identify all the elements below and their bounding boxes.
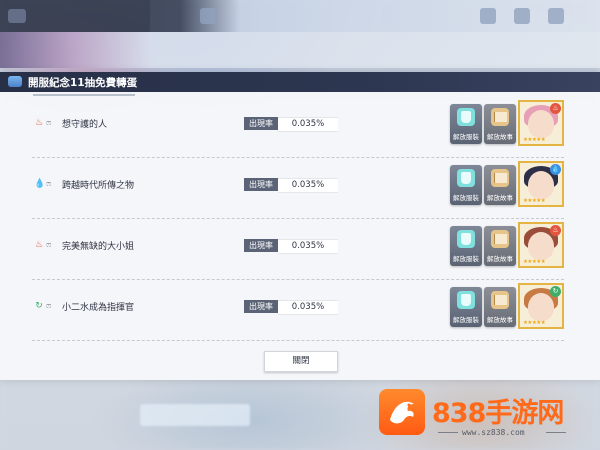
rate-label: 出現率: [244, 239, 278, 252]
rate-value: 0.035%: [278, 239, 338, 254]
unlock-story-button[interactable]: 解放故事: [484, 226, 516, 266]
list-item: ♨ ෆ 完美無缺的大小姐 出現率 0.035% 解放服裝 解放故事 ♨ ★★★★…: [32, 220, 564, 280]
unlock-outfit-button[interactable]: 解放服裝: [450, 104, 482, 144]
list-item: 💧 ෆ 跨越時代所傳之物 出現率 0.035% 解放服裝 解放故事 💧 ★★★★…: [32, 159, 564, 219]
item-name: 跨越時代所傳之物: [62, 181, 135, 191]
item-name: 小二水成為指揮官: [62, 303, 135, 313]
dialog-title: 開服紀念11抽免費轉蛋: [28, 77, 138, 89]
watermark-logo: [379, 389, 425, 435]
unlock-story-button[interactable]: 解放故事: [484, 287, 516, 327]
rate-value: 0.035%: [278, 300, 338, 315]
element-badge-icon: ↻: [550, 286, 561, 297]
mask-icon: ෆ: [46, 301, 52, 310]
mask-icon: ෆ: [46, 240, 52, 249]
fire-icon: ♨: [34, 118, 44, 128]
unlock-outfit-button[interactable]: 解放服裝: [450, 165, 482, 205]
book-icon: [491, 108, 509, 126]
outfit-icon: [457, 291, 475, 309]
unlock-outfit-label: 解放服裝: [453, 316, 479, 324]
row-divider: [32, 218, 564, 219]
water-icon: 💧: [34, 179, 46, 189]
element-badge-icon: 💧: [550, 164, 561, 175]
unlock-outfit-button[interactable]: 解放服裝: [450, 287, 482, 327]
element-badge-icon: ♨: [550, 103, 561, 114]
list-item: ↻ ෆ 小二水成為指揮官 出現率 0.035% 解放服裝 解放故事 ↻ ★★★★…: [32, 281, 564, 341]
calendar-icon[interactable]: [514, 8, 530, 24]
settings-icon[interactable]: [548, 8, 564, 24]
gacha-rate-dialog: 開服紀念11抽免費轉蛋 ♨ ෆ 想守護的人 出現率 0.035% 解放服裝 解放…: [0, 72, 600, 380]
unlock-outfit-label: 解放服裝: [453, 255, 479, 263]
rate-value: 0.035%: [278, 178, 338, 193]
element-badge-icon: ♨: [550, 225, 561, 236]
watermark-url: www.sz838.com: [462, 428, 525, 437]
dialog-header: 開服紀念11抽免費轉蛋: [0, 72, 600, 92]
unlock-story-button[interactable]: 解放故事: [484, 165, 516, 205]
top-status-bar: [0, 0, 600, 32]
row-divider: [32, 279, 564, 280]
row-divider: [32, 157, 564, 158]
rate-label: 出現率: [244, 300, 278, 313]
portrait-face: [528, 110, 554, 138]
unlock-story-button[interactable]: 解放故事: [484, 104, 516, 144]
watermark-dash-left: [438, 432, 458, 433]
mask-icon: ෆ: [46, 179, 52, 188]
header-accent-line: [33, 94, 135, 96]
outfit-icon: [457, 108, 475, 126]
background-panel: [140, 404, 250, 426]
book-icon: [491, 169, 509, 187]
book-icon: [491, 291, 509, 309]
rarity-stars: ★★★★★: [523, 320, 546, 326]
unlock-outfit-button[interactable]: 解放服裝: [450, 226, 482, 266]
unlock-outfit-label: 解放服裝: [453, 194, 479, 202]
unlock-outfit-label: 解放服裝: [453, 133, 479, 141]
list-item: ♨ ෆ 想守護的人 出現率 0.035% 解放服裝 解放故事 ♨ ★★★★★: [32, 98, 564, 158]
row-divider: [32, 340, 564, 341]
outfit-icon: [457, 169, 475, 187]
banner-strip: [0, 32, 600, 68]
fire-icon: ♨: [34, 240, 44, 250]
item-name: 完美無缺的大小姐: [62, 242, 135, 252]
character-portrait[interactable]: ♨ ★★★★★: [518, 100, 564, 146]
unlock-story-label: 解放故事: [487, 194, 513, 202]
rarity-stars: ★★★★★: [523, 137, 546, 143]
rarity-stars: ★★★★★: [523, 198, 546, 204]
unlock-story-label: 解放故事: [487, 316, 513, 324]
rate-label: 出現率: [244, 117, 278, 130]
portrait-face: [528, 232, 554, 260]
menu-icon[interactable]: [8, 9, 26, 23]
portrait-face: [528, 293, 554, 321]
mail-icon[interactable]: [480, 8, 496, 24]
item-name: 想守護的人: [62, 120, 108, 130]
event-icon[interactable]: [200, 8, 216, 24]
character-portrait[interactable]: ↻ ★★★★★: [518, 283, 564, 329]
unlock-story-label: 解放故事: [487, 133, 513, 141]
portrait-face: [528, 171, 554, 199]
header-badge-icon: [8, 76, 22, 87]
close-button[interactable]: 關閉: [264, 351, 338, 372]
watermark-dash-right: [546, 432, 566, 433]
dragon-icon: [390, 401, 414, 424]
watermark-brand: 838手游网: [432, 398, 564, 429]
wind-icon: ↻: [35, 301, 43, 311]
mask-icon: ෆ: [46, 118, 52, 127]
rate-value: 0.035%: [278, 117, 338, 132]
outfit-icon: [457, 230, 475, 248]
rate-label: 出現率: [244, 178, 278, 191]
book-icon: [491, 230, 509, 248]
unlock-story-label: 解放故事: [487, 255, 513, 263]
character-portrait[interactable]: ♨ ★★★★★: [518, 222, 564, 268]
character-portrait[interactable]: 💧 ★★★★★: [518, 161, 564, 207]
rarity-stars: ★★★★★: [523, 259, 546, 265]
